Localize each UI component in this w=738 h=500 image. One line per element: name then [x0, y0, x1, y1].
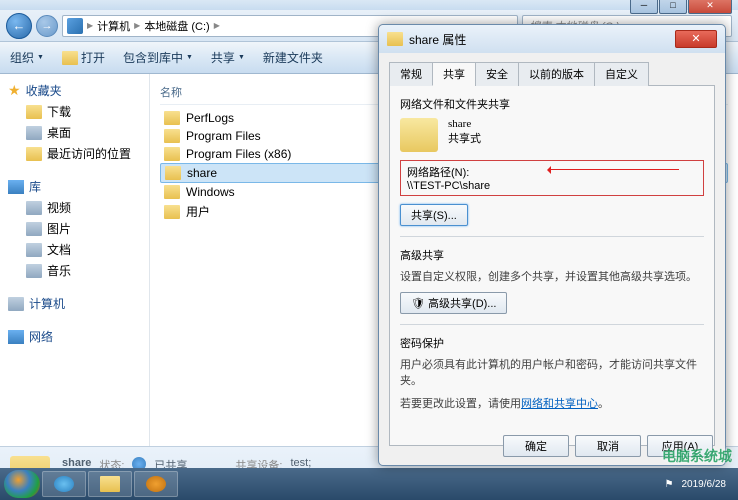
section-network-share: 网络文件和文件夹共享	[400, 96, 704, 112]
close-button[interactable]: ✕	[688, 0, 732, 14]
folder-icon	[164, 111, 180, 125]
newfolder-button[interactable]: 新建文件夹	[263, 49, 323, 66]
sidebar: ★收藏夹 下载 桌面 最近访问的位置 库 视频 图片 文档 音乐 计算机 网络	[0, 74, 150, 446]
sidebar-libraries[interactable]: 库	[0, 176, 149, 197]
folder-icon	[164, 185, 180, 199]
netpath-label: 网络路径(N):	[407, 164, 697, 180]
taskbar-ie[interactable]	[42, 471, 86, 497]
ok-button[interactable]: 确定	[503, 435, 569, 457]
system-tray[interactable]: ⚑ 2019/6/28	[665, 479, 734, 490]
ie-icon	[54, 476, 74, 492]
document-icon	[26, 243, 42, 257]
recent-icon	[26, 147, 42, 161]
media-icon	[146, 476, 166, 492]
taskbar-media[interactable]	[134, 471, 178, 497]
folder-icon	[165, 166, 181, 180]
folder-icon	[164, 205, 180, 219]
cancel-button[interactable]: 取消	[575, 435, 641, 457]
sidebar-item-recent[interactable]: 最近访问的位置	[0, 143, 149, 164]
maximize-button[interactable]: □	[659, 0, 687, 14]
network-center-link[interactable]: 网络和共享中心	[521, 398, 598, 410]
sidebar-item-downloads[interactable]: 下载	[0, 101, 149, 122]
folder-icon	[164, 129, 180, 143]
annotation-arrow	[549, 169, 679, 170]
share-name: share	[448, 118, 481, 130]
network-path-box: 网络路径(N): \\TEST-PC\share	[400, 160, 704, 196]
library-icon	[8, 180, 24, 194]
folder-icon	[100, 476, 120, 492]
tab-previous[interactable]: 以前的版本	[518, 62, 595, 86]
nav-back-button[interactable]: ←	[6, 13, 32, 39]
share-menu[interactable]: 共享 ▼	[211, 49, 245, 66]
sidebar-item-music[interactable]: 音乐	[0, 260, 149, 281]
tab-panel-sharing: 网络文件和文件夹共享 share 共享式 网络路径(N): \\TEST-PC\…	[389, 86, 715, 446]
folder-icon	[62, 51, 78, 65]
breadcrumb-drive[interactable]: 本地磁盘 (C:)	[144, 18, 209, 34]
password-text2: 若要更改此设置，请使用网络和共享中心。	[400, 396, 704, 413]
music-icon	[26, 264, 42, 278]
tab-general[interactable]: 常规	[389, 62, 433, 86]
folder-icon	[26, 105, 42, 119]
tab-security[interactable]: 安全	[475, 62, 519, 86]
properties-dialog: share 属性 ✕ 常规 共享 安全 以前的版本 自定义 网络文件和文件夹共享…	[378, 24, 726, 466]
dialog-close-button[interactable]: ✕	[675, 30, 717, 48]
dialog-tabs: 常规 共享 安全 以前的版本 自定义	[389, 61, 715, 86]
sidebar-favorites[interactable]: ★收藏夹	[0, 80, 149, 101]
organize-menu[interactable]: 组织 ▼	[10, 49, 44, 66]
desktop-icon	[26, 126, 42, 140]
taskbar-explorer[interactable]	[88, 471, 132, 497]
window-controls: ─ □ ✕	[630, 0, 732, 14]
video-icon	[26, 201, 42, 215]
breadcrumb-computer[interactable]: 计算机	[97, 18, 130, 34]
watermark: 电脑系统城	[662, 446, 732, 466]
chevron-down-icon: ▼	[37, 54, 44, 61]
picture-icon	[26, 222, 42, 236]
computer-icon	[8, 297, 24, 311]
drive-icon	[67, 18, 83, 34]
minimize-button[interactable]: ─	[630, 0, 658, 14]
advanced-share-button[interactable]: 🛡 高级共享(D)...	[400, 292, 507, 314]
sidebar-computer[interactable]: 计算机	[0, 293, 149, 314]
tray-date: 2019/6/28	[682, 479, 727, 490]
advanced-share-text: 设置自定义权限，创建多个共享，并设置其他高级共享选项。	[400, 269, 704, 286]
open-button[interactable]: 打开	[62, 49, 105, 66]
taskbar: ⚑ 2019/6/28	[0, 468, 738, 500]
include-menu[interactable]: 包含到库中 ▼	[123, 49, 193, 66]
tab-custom[interactable]: 自定义	[594, 62, 649, 86]
network-icon	[8, 330, 24, 344]
netpath-value: \\TEST-PC\share	[407, 180, 697, 192]
password-text: 用户必须具有此计算机的用户帐户和密码，才能访问共享文件夹。	[400, 357, 704, 390]
chevron-down-icon: ▼	[238, 54, 245, 61]
star-icon: ★	[8, 82, 21, 99]
sidebar-item-documents[interactable]: 文档	[0, 239, 149, 260]
share-state: 共享式	[448, 130, 481, 146]
folder-icon	[400, 118, 438, 152]
chevron-right-icon: ▶	[214, 21, 220, 30]
sidebar-item-desktop[interactable]: 桌面	[0, 122, 149, 143]
folder-icon	[164, 147, 180, 161]
chevron-right-icon: ▶	[87, 21, 93, 30]
dialog-titlebar[interactable]: share 属性 ✕	[379, 25, 725, 53]
section-advanced-share: 高级共享	[400, 247, 704, 263]
nav-forward-button[interactable]: →	[36, 15, 58, 37]
tab-sharing[interactable]: 共享	[432, 62, 476, 86]
chevron-right-icon: ▶	[134, 21, 140, 30]
sidebar-item-pictures[interactable]: 图片	[0, 218, 149, 239]
section-password: 密码保护	[400, 335, 704, 351]
sidebar-network[interactable]: 网络	[0, 326, 149, 347]
folder-icon	[387, 32, 403, 46]
chevron-down-icon: ▼	[186, 54, 193, 61]
tray-flag-icon: ⚑	[665, 479, 674, 490]
start-button[interactable]	[4, 470, 40, 498]
share-button[interactable]: 共享(S)...	[400, 204, 468, 226]
dialog-title: share 属性	[409, 31, 466, 48]
titlebar: ─ □ ✕	[0, 0, 738, 10]
sidebar-item-videos[interactable]: 视频	[0, 197, 149, 218]
